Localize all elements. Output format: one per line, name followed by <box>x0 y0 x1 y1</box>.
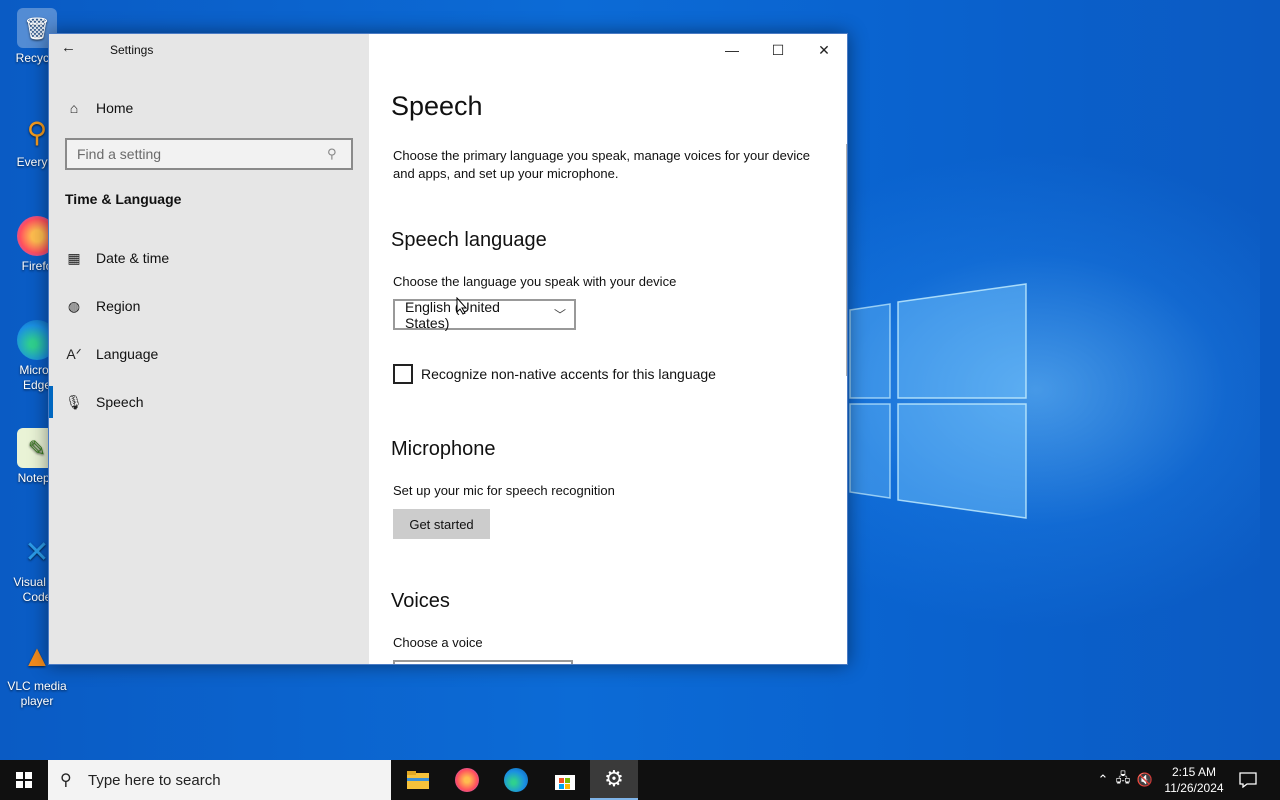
sidebar-item-label: Language <box>96 346 159 362</box>
voices-heading: Voices <box>391 590 450 612</box>
settings-sidebar: ← Settings ⌂ Home Find a setting ⚲ Time … <box>49 34 369 664</box>
network-icon[interactable]: 🖧 <box>1112 769 1134 791</box>
desktop-icon-label: VLC media <box>7 679 67 693</box>
window-title: Settings <box>110 43 154 57</box>
back-arrow-icon: ← <box>61 39 76 56</box>
language-icon: Aᐟ <box>66 345 82 362</box>
windows-wallpaper-logo <box>849 283 1027 519</box>
volume-muted-icon[interactable]: 🔇 <box>1134 772 1156 788</box>
desktop-icon-label: player <box>20 694 54 708</box>
store-icon <box>555 775 575 790</box>
taskbar-settings[interactable]: ⚙ <box>590 760 638 800</box>
nav-home-label: Home <box>96 100 134 116</box>
clock-date: 11/26/2024 <box>1164 781 1224 795</box>
page-description: Choose the primary language you speak, m… <box>393 148 810 181</box>
clock[interactable]: 2:15 AM 11/26/2024 <box>1160 764 1228 796</box>
page-title: Speech <box>391 91 483 121</box>
notification-icon <box>1239 772 1257 788</box>
voice-dropdown[interactable] <box>393 660 573 664</box>
back-button[interactable]: ← <box>61 39 83 61</box>
non-native-accents-checkbox[interactable] <box>393 364 413 384</box>
get-started-button[interactable]: Get started <box>393 509 490 539</box>
sidebar-item-label: Date & time <box>96 250 170 266</box>
sidebar-item-speech[interactable]: 🎙 Speech <box>65 390 143 414</box>
speech-language-heading: Speech language <box>391 229 547 251</box>
taskbar: ⚲ Type here to search ⚙ ⌃ 🖧 🔇 2:15 AM 11… <box>0 760 1280 800</box>
taskbar-file-explorer[interactable] <box>394 760 442 800</box>
nav-home[interactable]: ⌂ Home <box>65 96 134 120</box>
system-tray: ⌃ 🖧 🔇 <box>1094 760 1156 800</box>
file-explorer-icon <box>407 771 429 789</box>
globe-icon: ◍ <box>67 297 81 314</box>
sidebar-section-title: Time & Language <box>65 191 182 207</box>
microphone-heading: Microphone <box>391 438 496 460</box>
taskbar-search-placeholder: Type here to search <box>88 771 221 789</box>
speech-language-value: English (United States) <box>405 298 500 331</box>
speech-language-dropdown[interactable]: English (United States) ﹀ <box>393 298 576 331</box>
firefox-icon <box>455 768 479 792</box>
sidebar-item-label: Region <box>96 298 141 314</box>
microphone-icon: 🎙 <box>65 393 83 410</box>
taskbar-edge[interactable] <box>492 760 540 800</box>
non-native-accents-option[interactable]: Recognize non-native accents for this la… <box>393 364 716 384</box>
sidebar-item-date-time[interactable]: ▦ Date & time <box>65 246 169 270</box>
mouse-cursor-icon <box>456 297 468 315</box>
start-button[interactable] <box>0 760 48 800</box>
action-center-button[interactable] <box>1228 760 1268 800</box>
clock-time: 2:15 AM <box>1171 765 1217 779</box>
selected-indicator <box>49 386 53 418</box>
microphone-label: Set up your mic for speech recognition <box>393 483 615 498</box>
taskbar-store[interactable] <box>541 760 589 800</box>
title-bar[interactable]: ← Settings <box>49 34 369 66</box>
settings-icon: ⚙ <box>604 766 624 791</box>
chevron-up-icon[interactable]: ⌃ <box>1094 772 1112 788</box>
sidebar-item-label: Speech <box>96 394 144 410</box>
windows-start-icon <box>16 772 32 788</box>
checkbox-label: Recognize non-native accents for this la… <box>421 366 716 382</box>
speech-language-label: Choose the language you speak with your … <box>393 274 677 289</box>
sidebar-item-language[interactable]: Aᐟ Language <box>65 342 158 366</box>
sidebar-item-region[interactable]: ◍ Region <box>65 294 140 318</box>
scrollbar[interactable] <box>846 144 847 376</box>
search-input[interactable]: Find a setting ⚲ <box>65 138 353 170</box>
home-icon: ⌂ <box>69 100 79 116</box>
search-icon[interactable]: ⚲ <box>327 146 351 162</box>
taskbar-search-box[interactable]: ⚲ Type here to search <box>48 760 391 800</box>
voices-label: Choose a voice <box>393 635 483 650</box>
speech-page: Speech Choose the primary language you s… <box>391 34 831 664</box>
search-placeholder: Find a setting <box>77 146 162 162</box>
chevron-down-icon: ﹀ <box>553 308 566 322</box>
settings-window: ← Settings ⌂ Home Find a setting ⚲ Time … <box>48 33 848 665</box>
edge-icon <box>504 768 528 792</box>
taskbar-firefox[interactable] <box>443 760 491 800</box>
calendar-clock-icon: ▦ <box>67 249 81 266</box>
search-icon: ⚲ <box>60 772 72 789</box>
